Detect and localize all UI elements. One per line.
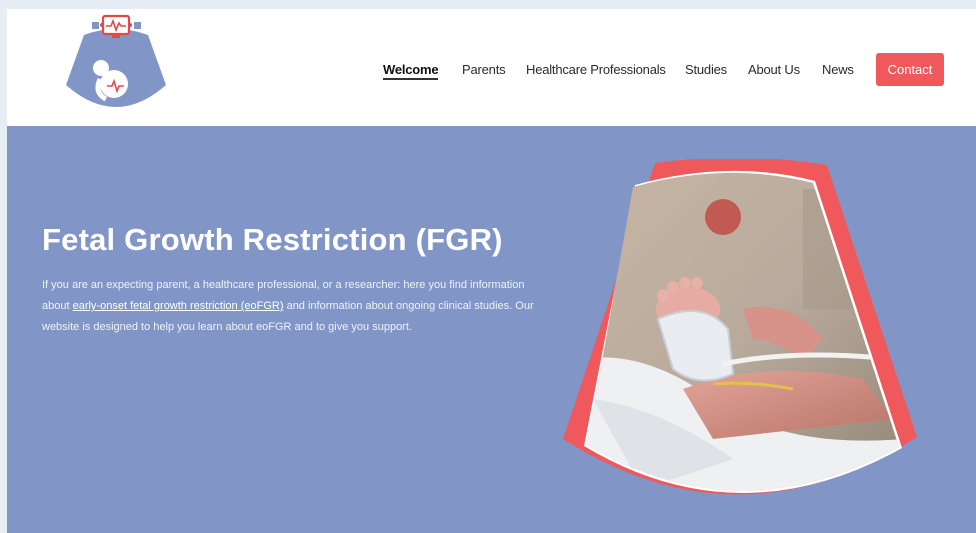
site-header: Welcome Parents Healthcare Professionals… [7,9,976,126]
nav-welcome[interactable]: Welcome [383,62,439,80]
nav-parents[interactable]: Parents [462,62,506,77]
nav-healthcare-professionals[interactable]: Healthcare Professionals [526,62,666,77]
nav-news[interactable]: News [822,62,854,77]
page-frame: Welcome Parents Healthcare Professionals… [7,9,976,533]
nav-about-us[interactable]: About Us [748,62,800,77]
hero-image [563,159,917,495]
hero-title: Fetal Growth Restriction (FGR) [42,222,503,257]
main-nav: Welcome Parents Healthcare Professionals… [7,54,976,86]
hero-description: If you are an expecting parent, a health… [42,275,542,338]
eofgr-link[interactable]: early-onset fetal growth restriction (eo… [73,300,284,312]
nav-studies[interactable]: Studies [685,62,727,77]
contact-button[interactable]: Contact [876,53,944,86]
